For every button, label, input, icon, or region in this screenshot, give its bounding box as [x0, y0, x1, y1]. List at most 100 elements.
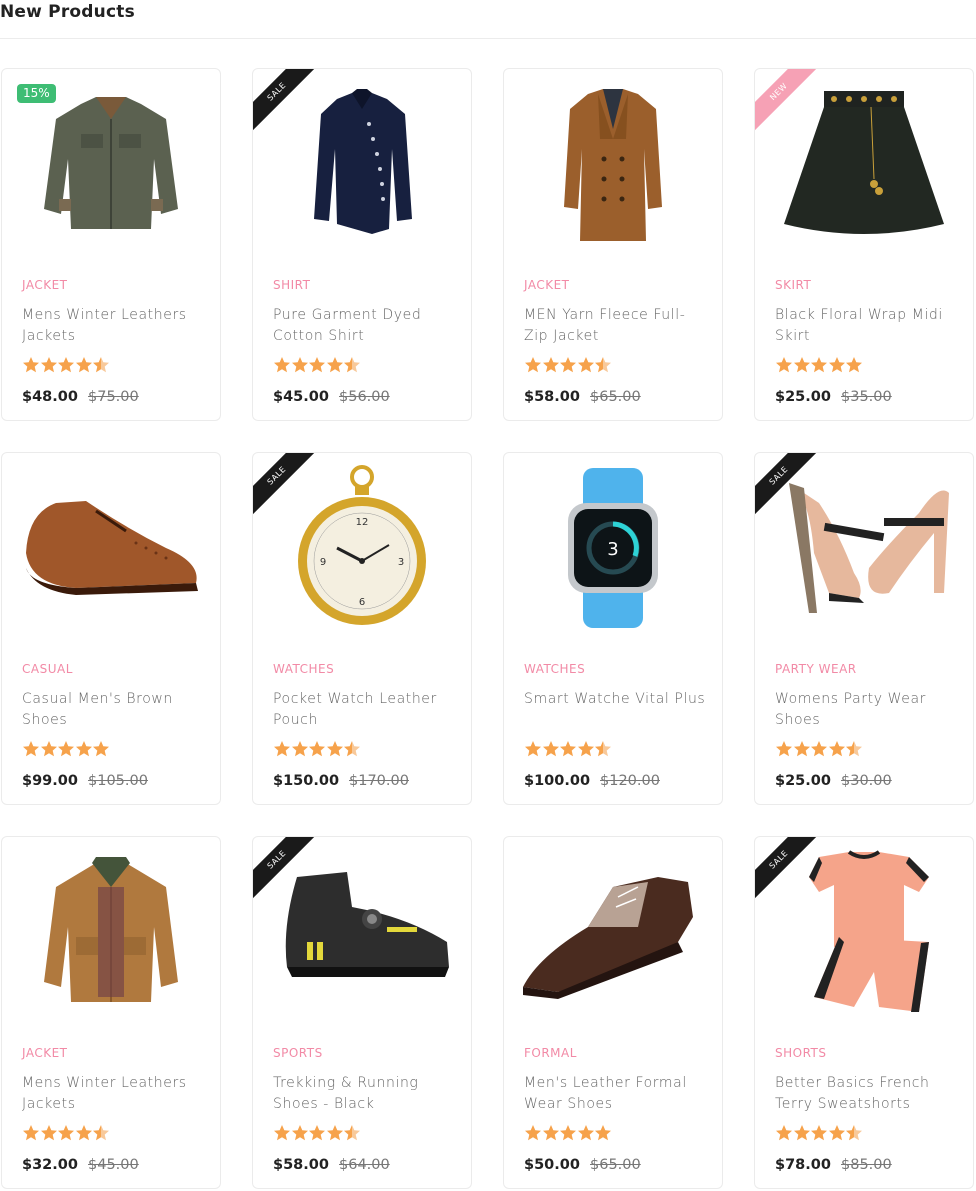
- star-icon: [92, 356, 110, 374]
- star-icon: [594, 740, 612, 758]
- svg-text:9: 9: [320, 557, 326, 568]
- product-title[interactable]: Casual Men's Brown Shoes: [22, 689, 207, 731]
- product-category[interactable]: PARTY WEAR: [775, 662, 857, 676]
- star-icon: [559, 1124, 577, 1142]
- coat-brown-icon[interactable]: [504, 69, 722, 259]
- product-category[interactable]: JACKET: [22, 1046, 68, 1060]
- old-price: $45.00: [88, 1157, 139, 1173]
- current-price: $48.00: [22, 389, 78, 405]
- product-card[interactable]: JACKET Mens Winter Leathers Jackets $32.00…: [1, 836, 221, 1189]
- product-card[interactable]: FORMAL Men's Leather Formal Wear Shoes $50…: [503, 836, 723, 1189]
- smart-watch-icon[interactable]: 3: [504, 453, 722, 643]
- star-icon: [22, 740, 40, 758]
- product-card[interactable]: CASUAL Casual Men's Brown Shoes $99.00 $105…: [1, 452, 221, 805]
- product-category[interactable]: SHORTS: [775, 1046, 827, 1060]
- rating-stars: [524, 356, 612, 376]
- pocket-watch-icon[interactable]: 12 3 6 9: [253, 453, 471, 643]
- product-category[interactable]: JACKET: [22, 278, 68, 292]
- product-title[interactable]: Mens Winter Leathers Jackets: [22, 1073, 207, 1115]
- star-icon: [273, 740, 291, 758]
- rating-stars: [775, 1124, 863, 1144]
- star-icon: [57, 740, 75, 758]
- old-price: $120.00: [600, 773, 660, 789]
- old-price: $65.00: [590, 389, 641, 405]
- old-price: $75.00: [88, 389, 139, 405]
- old-price: $170.00: [349, 773, 409, 789]
- star-icon: [40, 1124, 58, 1142]
- product-title[interactable]: Mens Winter Leathers Jackets: [22, 305, 207, 347]
- current-price: $150.00: [273, 773, 340, 789]
- product-title[interactable]: Pocket Watch Leather Pouch: [273, 689, 458, 731]
- star-icon: [40, 740, 58, 758]
- svg-text:3: 3: [607, 539, 618, 560]
- star-icon: [308, 1124, 326, 1142]
- product-card[interactable]: 3 WATCHES Smart Watche Vital Plus $100.00 $1…: [503, 452, 723, 805]
- rating-stars: [273, 1124, 361, 1144]
- star-icon: [308, 356, 326, 374]
- product-card[interactable]: SALE SHIRT Pure Garment Dyed Cotton Shirt $…: [252, 68, 472, 421]
- product-title[interactable]: Better Basics French Terry Sweatshorts: [775, 1073, 960, 1115]
- star-icon: [542, 356, 560, 374]
- product-category[interactable]: SHIRT: [273, 278, 310, 292]
- product-title[interactable]: Men's Leather Formal Wear Shoes: [524, 1073, 709, 1115]
- formal-shoe-icon[interactable]: [504, 837, 722, 1027]
- star-icon: [810, 1124, 828, 1142]
- current-price: $99.00: [22, 773, 78, 789]
- product-card[interactable]: 12 3 6 9 SALE WATCHES Pocket Watch Leather Pou…: [252, 452, 472, 805]
- current-price: $50.00: [524, 1157, 580, 1173]
- product-card[interactable]: SALE SHORTS Better Basics French Terry Swe…: [754, 836, 974, 1189]
- product-title[interactable]: Pure Garment Dyed Cotton Shirt: [273, 305, 458, 347]
- old-price: $65.00: [590, 1157, 641, 1173]
- product-category[interactable]: SPORTS: [273, 1046, 323, 1060]
- star-icon: [810, 356, 828, 374]
- product-category[interactable]: FORMAL: [524, 1046, 577, 1060]
- product-title[interactable]: Womens Party Wear Shoes: [775, 689, 960, 731]
- star-icon: [810, 740, 828, 758]
- svg-text:3: 3: [398, 557, 404, 568]
- section-divider: [0, 38, 976, 39]
- product-card[interactable]: JACKET MEN Yarn Fleece Full-Zip Jacket $58…: [503, 68, 723, 421]
- star-icon: [75, 356, 93, 374]
- product-title[interactable]: Smart Watche Vital Plus: [524, 689, 709, 710]
- svg-text:12: 12: [356, 517, 369, 528]
- current-price: $78.00: [775, 1157, 831, 1173]
- star-icon: [775, 356, 793, 374]
- product-title[interactable]: Black Floral Wrap Midi Skirt: [775, 305, 960, 347]
- star-icon: [343, 356, 361, 374]
- star-icon: [594, 356, 612, 374]
- product-card[interactable]: NEW SKIRT Black Floral Wrap Midi Skirt $25.…: [754, 68, 974, 421]
- sport-shoe-icon[interactable]: [253, 837, 471, 1027]
- product-card[interactable]: SALE PARTY WEAR Womens Party Wear Shoes $25…: [754, 452, 974, 805]
- skirt-black-icon[interactable]: [755, 69, 973, 259]
- rating-stars: [524, 740, 612, 760]
- star-icon: [92, 740, 110, 758]
- star-icon: [326, 356, 344, 374]
- brown-shoe-icon[interactable]: [2, 453, 220, 643]
- old-price: $64.00: [339, 1157, 390, 1173]
- star-icon: [524, 1124, 542, 1142]
- star-icon: [542, 1124, 560, 1142]
- product-category[interactable]: WATCHES: [524, 662, 585, 676]
- product-card[interactable]: SALE SPORTS Trekking & Running Shoes - Bla…: [252, 836, 472, 1189]
- current-price: $32.00: [22, 1157, 78, 1173]
- product-title[interactable]: MEN Yarn Fleece Full-Zip Jacket: [524, 305, 709, 347]
- star-icon: [291, 356, 309, 374]
- product-category[interactable]: CASUAL: [22, 662, 73, 676]
- current-price: $100.00: [524, 773, 591, 789]
- star-icon: [594, 1124, 612, 1142]
- current-price: $45.00: [273, 389, 329, 405]
- product-category[interactable]: WATCHES: [273, 662, 334, 676]
- product-card[interactable]: 15% JACKET Mens Winter Leathers Jackets $48…: [1, 68, 221, 421]
- jacket-tan-icon[interactable]: [2, 837, 220, 1027]
- product-category[interactable]: SKIRT: [775, 278, 811, 292]
- high-heels-icon[interactable]: [755, 453, 973, 643]
- product-title[interactable]: Trekking & Running Shoes - Black: [273, 1073, 458, 1115]
- product-category[interactable]: JACKET: [524, 278, 570, 292]
- discount-badge: 15%: [17, 84, 56, 103]
- shirt-navy-icon[interactable]: [253, 69, 471, 259]
- old-price: $56.00: [339, 389, 390, 405]
- shorts-set-icon[interactable]: [755, 837, 973, 1027]
- old-price: $85.00: [841, 1157, 892, 1173]
- rating-stars: [22, 356, 110, 376]
- star-icon: [92, 1124, 110, 1142]
